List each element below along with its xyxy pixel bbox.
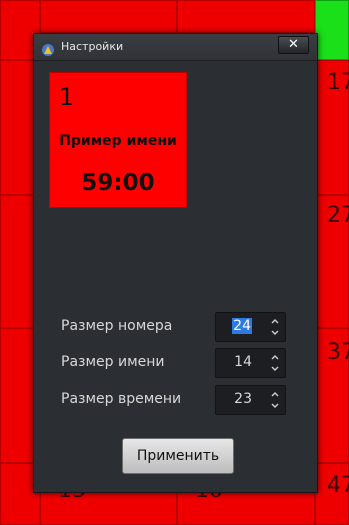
number-size-value[interactable]: 24: [232, 318, 252, 334]
preview-name: Пример имени: [59, 133, 177, 149]
bg-tile-number: 27: [327, 203, 349, 228]
time-size-value[interactable]: 23: [234, 391, 252, 407]
bg-tile-number: 37: [327, 340, 349, 365]
preview-time: 59:00: [81, 170, 155, 196]
bg-tile: [40, 0, 177, 33]
bg-tile-green: [315, 0, 349, 60]
bg-tile-number: 47: [327, 473, 349, 498]
time-size-spinbox[interactable]: 23: [215, 385, 286, 415]
chevron-down-icon[interactable]: [269, 327, 281, 338]
number-size-spinbox[interactable]: 24: [215, 312, 286, 342]
settings-window: Настройки ✕ 1 Пример имени 59:00 Размер …: [33, 33, 318, 493]
name-size-row: Размер имени 14: [34, 348, 317, 378]
app-triangle-icon: [42, 41, 54, 56]
number-size-row: Размер номера 24: [34, 312, 317, 342]
number-size-label: Размер номера: [61, 318, 173, 334]
chevron-up-icon[interactable]: [269, 389, 281, 400]
preview-tile: 1 Пример имени 59:00: [49, 72, 187, 208]
time-size-row: Размер времени 23: [34, 385, 317, 415]
close-button[interactable]: ✕: [278, 36, 309, 54]
name-size-value[interactable]: 14: [234, 354, 252, 370]
chevron-up-icon[interactable]: [269, 352, 281, 363]
name-size-label: Размер имени: [61, 354, 165, 370]
apply-button[interactable]: Применить: [122, 438, 234, 474]
chevron-down-icon[interactable]: [269, 363, 281, 374]
preview-number: 1: [59, 83, 75, 111]
bg-tile: [177, 0, 315, 33]
chevron-up-icon[interactable]: [269, 316, 281, 327]
time-size-label: Размер времени: [61, 391, 182, 407]
title-bar[interactable]: Настройки ✕: [34, 34, 317, 61]
chevron-down-icon[interactable]: [269, 400, 281, 411]
bg-tile-number: 17: [327, 70, 349, 95]
window-title: Настройки: [61, 40, 124, 53]
name-size-spinbox[interactable]: 14: [215, 348, 286, 378]
close-icon: ✕: [288, 37, 299, 52]
